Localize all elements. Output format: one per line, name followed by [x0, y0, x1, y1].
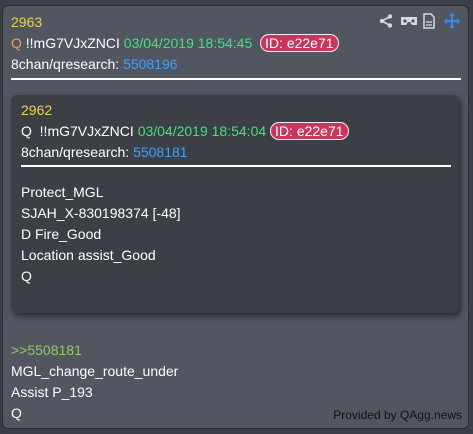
quoted-body-line: Q — [21, 268, 32, 284]
quoted-source-label: 8chan/qresearch: — [21, 144, 130, 160]
reply-reference-link[interactable]: >>5508181 — [11, 342, 82, 358]
post-card: 2963 Q !!mG7VJxZNCI 03/04/2019 18:54:45 … — [2, 5, 469, 429]
quoted-tripcode-prefix: Q — [21, 123, 32, 139]
post-body-line: MGL_change_route_under — [11, 363, 179, 379]
share-icon[interactable] — [378, 13, 394, 29]
post-body-line: Assist P_193 — [11, 384, 93, 400]
post-date: 03/04/2019 18:54:45 — [123, 35, 253, 51]
vr-icon[interactable] — [400, 13, 417, 29]
provided-by-footer: Provided by QAgg.news — [333, 408, 462, 422]
source-link[interactable]: 5508196 — [123, 56, 178, 72]
quoted-tripcode: !!mG7VJxZNCI — [39, 123, 134, 139]
post-toolbar — [378, 13, 460, 29]
quoted-header: Q !!mG7VJxZNCI 03/04/2019 18:54:04 ID: e… — [21, 122, 349, 140]
move-icon[interactable] — [444, 13, 460, 29]
source-label: 8chan/qresearch: — [11, 56, 120, 72]
quoted-divider — [21, 165, 451, 167]
poster-id-badge[interactable]: ID: e22e71 — [260, 34, 339, 52]
tripcode-prefix: Q — [11, 35, 22, 51]
post-header: Q !!mG7VJxZNCI 03/04/2019 18:54:45 ID: e… — [11, 34, 339, 52]
quoted-source-link[interactable]: 5508181 — [133, 144, 188, 160]
tripcode: !!mG7VJxZNCI — [25, 35, 120, 51]
quoted-body-line: SJAH_X-830198374 [-48] — [21, 205, 181, 221]
post-body-line: Q — [11, 405, 22, 421]
quoted-source: 8chan/qresearch: 5508181 — [21, 144, 188, 160]
quoted-body-line: D Fire_Good — [21, 226, 102, 242]
quoted-post: 2962 Q !!mG7VJxZNCI 03/04/2019 18:54:04 … — [11, 95, 459, 313]
document-icon[interactable] — [422, 13, 438, 29]
divider — [11, 78, 461, 80]
quoted-date: 03/04/2019 18:54:04 — [137, 123, 267, 139]
quoted-body-line: Protect_MGL — [21, 184, 104, 200]
quoted-id-badge[interactable]: ID: e22e71 — [270, 122, 349, 140]
quoted-post-number: 2962 — [21, 102, 53, 118]
quoted-body-line: Location assist_Good — [21, 247, 156, 263]
post-source: 8chan/qresearch: 5508196 — [11, 56, 178, 72]
post-number: 2963 — [11, 14, 43, 30]
